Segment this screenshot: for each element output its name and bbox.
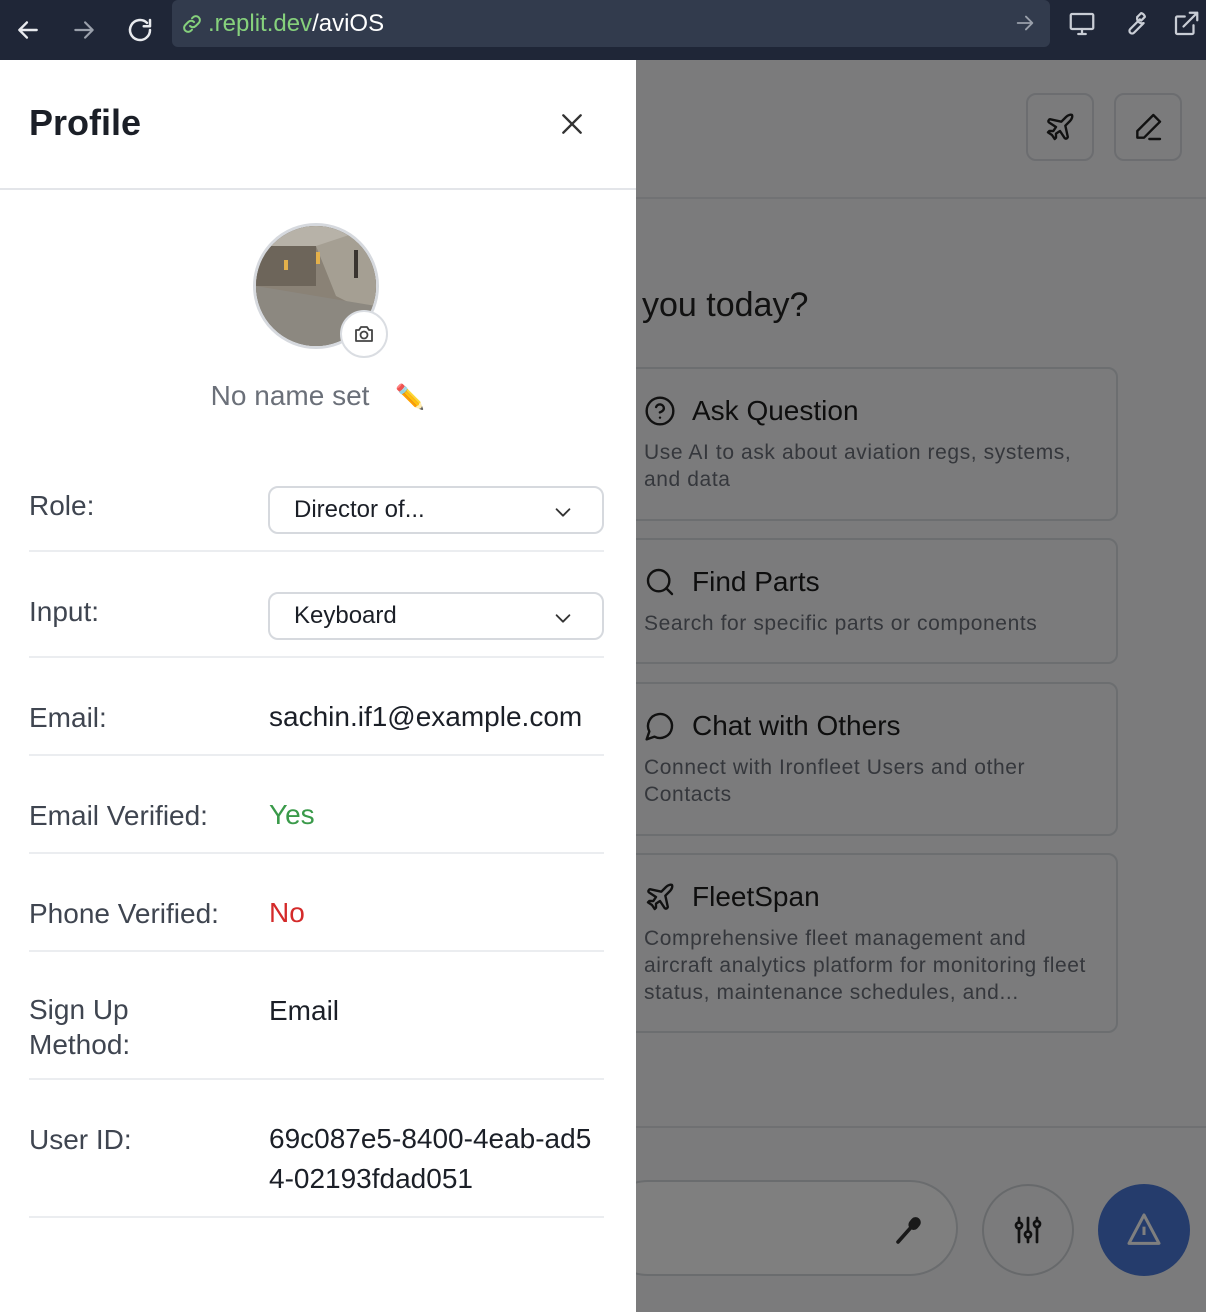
user-id-label: User ID: xyxy=(29,1124,132,1155)
user-id-value: 69c087e5-8400-4eab-ad54-02193fdad051 xyxy=(269,1123,592,1194)
signup-method-value: Email xyxy=(269,995,340,1026)
profile-header: Profile xyxy=(0,60,636,190)
arrow-left-icon xyxy=(18,21,38,39)
input-method-value: Keyboard xyxy=(294,602,397,629)
back-button[interactable] xyxy=(6,8,50,52)
close-button[interactable] xyxy=(552,104,592,144)
email-value: sachin.if1@example.com xyxy=(269,701,583,732)
reload-icon xyxy=(128,18,152,42)
url-path: /aviOS xyxy=(312,9,385,37)
signup-method-label: Sign Up Method: xyxy=(29,994,131,1060)
email-row: Email: sachin.if1@example.com xyxy=(29,692,604,756)
browser-toolbar: .replit.dev/aviOS xyxy=(0,0,1206,60)
external-link-icon xyxy=(1174,11,1199,36)
forward-button[interactable] xyxy=(62,8,106,52)
camera-icon xyxy=(355,326,373,342)
profile-panel: Profile No name set ✏️ Role: Director of.… xyxy=(0,60,636,1312)
user-id-row: User ID: 69c087e5-8400-4eab-ad54-02193fd… xyxy=(29,1114,604,1218)
email-label: Email: xyxy=(29,702,107,733)
edit-name-button[interactable]: ✏️ xyxy=(395,383,425,412)
display-name: No name set xyxy=(210,380,370,411)
close-icon xyxy=(562,114,582,134)
input-row: Input: Keyboard xyxy=(29,586,604,658)
monitor-icon xyxy=(1069,12,1095,36)
change-photo-button[interactable] xyxy=(340,310,388,358)
devices-button[interactable] xyxy=(1062,6,1102,42)
role-label: Role: xyxy=(29,490,95,521)
role-value: Director of... xyxy=(294,496,425,523)
go-arrow-icon[interactable] xyxy=(1014,12,1036,34)
tools-button[interactable] xyxy=(1114,6,1154,42)
chevron-down-icon xyxy=(555,508,571,517)
url-host: .replit.dev xyxy=(208,9,313,37)
role-row: Role: Director of... xyxy=(29,480,604,552)
email-verified-row: Email Verified: Yes xyxy=(29,790,604,854)
wrench-icon xyxy=(1128,12,1146,35)
link-icon xyxy=(183,14,201,33)
page-title: Profile xyxy=(29,102,142,143)
phone-verified-status: No xyxy=(269,897,305,928)
address-bar[interactable]: .replit.dev/aviOS xyxy=(172,0,1050,47)
input-method-select[interactable]: Keyboard xyxy=(268,592,604,640)
email-verified-status: Yes xyxy=(269,799,315,830)
chevron-down-icon xyxy=(555,614,571,623)
reload-button[interactable] xyxy=(118,8,162,52)
name-row: No name set ✏️ xyxy=(0,380,636,412)
open-new-tab-button[interactable] xyxy=(1166,6,1206,42)
email-verified-label: Email Verified: xyxy=(29,800,208,831)
role-select[interactable]: Director of... xyxy=(268,486,604,534)
arrow-right-icon xyxy=(74,21,94,39)
phone-verified-row: Phone Verified: No xyxy=(29,888,604,952)
input-label: Input: xyxy=(29,596,100,627)
signup-method-row: Sign Up Method: Email xyxy=(29,986,604,1080)
phone-verified-label: Phone Verified: xyxy=(29,898,219,929)
